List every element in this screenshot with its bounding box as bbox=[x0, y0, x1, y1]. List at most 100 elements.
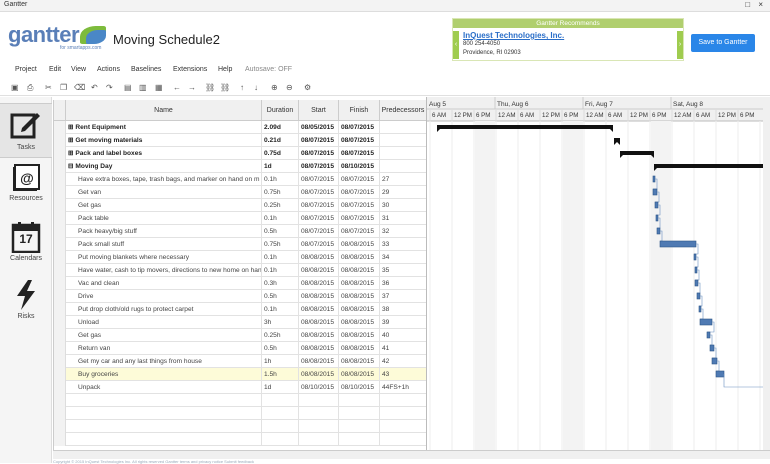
cell-start[interactable]: 08/07/2015 bbox=[299, 173, 339, 186]
copy-icon[interactable]: ❐ bbox=[60, 83, 67, 92]
row-handle[interactable] bbox=[54, 368, 66, 381]
row-handle[interactable] bbox=[54, 121, 66, 134]
cell-duration[interactable]: 0.75h bbox=[262, 238, 299, 251]
cell-name[interactable]: Put drop cloth/old rugs to protect carpe… bbox=[66, 303, 262, 316]
cell-pred[interactable] bbox=[380, 407, 427, 420]
cell-pred[interactable] bbox=[380, 394, 427, 407]
row-handle[interactable] bbox=[54, 355, 66, 368]
table-row[interactable] bbox=[54, 394, 427, 407]
cell-finish[interactable]: 08/07/2015 bbox=[339, 212, 380, 225]
column-header-name[interactable]: Name bbox=[66, 100, 262, 121]
table-row[interactable]: Drive 0.5h 08/08/2015 08/08/2015 37 bbox=[54, 290, 427, 303]
cell-pred[interactable]: 41 bbox=[380, 342, 427, 355]
menu-project[interactable]: Project bbox=[15, 66, 37, 73]
row-handle[interactable] bbox=[54, 251, 66, 264]
cell-pred[interactable]: 37 bbox=[380, 290, 427, 303]
settings-icon[interactable]: ⚙ bbox=[304, 83, 311, 92]
table-row[interactable] bbox=[54, 420, 427, 433]
cell-finish[interactable]: 08/07/2015 bbox=[339, 134, 380, 147]
cell-finish[interactable] bbox=[339, 394, 380, 407]
cell-start[interactable]: 08/08/2015 bbox=[299, 368, 339, 381]
row-handle[interactable] bbox=[54, 225, 66, 238]
cell-pred[interactable]: 39 bbox=[380, 316, 427, 329]
cell-finish[interactable]: 08/08/2015 bbox=[339, 316, 380, 329]
row-handle[interactable] bbox=[54, 303, 66, 316]
cell-name[interactable]: Buy groceries bbox=[66, 368, 262, 381]
cell-pred[interactable]: 30 bbox=[380, 199, 427, 212]
cell-finish[interactable]: 08/08/2015 bbox=[339, 303, 380, 316]
cell-pred[interactable]: 43 bbox=[380, 368, 427, 381]
ad-prev-button[interactable]: ‹ bbox=[453, 31, 459, 59]
cell-pred[interactable]: 38 bbox=[380, 303, 427, 316]
cell-finish[interactable]: 08/08/2015 bbox=[339, 368, 380, 381]
cell-pred[interactable]: 44FS+1h bbox=[380, 381, 427, 394]
table-row[interactable]: Pack heavy/big stuff 0.5h 08/07/2015 08/07/… bbox=[54, 225, 427, 238]
ad-next-button[interactable]: › bbox=[677, 31, 683, 59]
add-row-icon[interactable]: ▥ bbox=[139, 83, 147, 92]
cell-start[interactable]: 08/07/2015 bbox=[299, 134, 339, 147]
redo-icon[interactable]: ↷ bbox=[106, 83, 113, 92]
cell-duration[interactable]: 1h bbox=[262, 355, 299, 368]
column-header-duration[interactable]: Duration bbox=[262, 100, 299, 121]
cell-duration[interactable]: 0.5h bbox=[262, 342, 299, 355]
link-icon[interactable]: ⛓ bbox=[205, 83, 215, 92]
cell-name[interactable]: ⊞ Pack and label boxes bbox=[66, 147, 262, 160]
table-row[interactable]: Get my car and any last things from hous… bbox=[54, 355, 427, 368]
row-handle[interactable] bbox=[54, 160, 66, 173]
cell-finish[interactable]: 08/08/2015 bbox=[339, 355, 380, 368]
cell-duration[interactable]: 0.3h bbox=[262, 277, 299, 290]
indent-icon[interactable]: → bbox=[188, 83, 196, 92]
menu-actions[interactable]: Actions bbox=[97, 66, 120, 73]
cell-name[interactable]: Pack table bbox=[66, 212, 262, 225]
cell-duration[interactable]: 0.25h bbox=[262, 329, 299, 342]
cell-start[interactable]: 08/08/2015 bbox=[299, 277, 339, 290]
cell-name[interactable]: Have extra boxes, tape, trash bags, and … bbox=[66, 173, 262, 186]
unlink-icon[interactable]: ⛓ bbox=[220, 83, 230, 92]
table-row[interactable]: Put drop cloth/old rugs to protect carpe… bbox=[54, 303, 427, 316]
cell-name[interactable]: Have water, cash to tip movers, directio… bbox=[66, 264, 262, 277]
cell-duration[interactable]: 0.1h bbox=[262, 173, 299, 186]
table-row[interactable] bbox=[54, 433, 427, 446]
row-handle[interactable] bbox=[54, 329, 66, 342]
table-row[interactable]: Return van 0.5h 08/08/2015 08/08/2015 41 bbox=[54, 342, 427, 355]
table-row[interactable]: Get gas 0.25h 08/07/2015 08/07/2015 30 bbox=[54, 199, 427, 212]
cell-start[interactable]: 08/07/2015 bbox=[299, 225, 339, 238]
row-handle[interactable] bbox=[54, 290, 66, 303]
menu-extensions[interactable]: Extensions bbox=[173, 66, 207, 73]
cell-start[interactable]: 08/05/2015 bbox=[299, 121, 339, 134]
ad-company-link[interactable]: InQuest Technologies, Inc. bbox=[463, 31, 564, 40]
cell-pred[interactable]: 36 bbox=[380, 277, 427, 290]
cell-finish[interactable]: 08/08/2015 bbox=[339, 290, 380, 303]
table-row[interactable]: ⊞ Get moving materials 0.21d 08/07/2015 08/… bbox=[54, 134, 427, 147]
cell-duration[interactable]: 0.1h bbox=[262, 251, 299, 264]
cell-pred[interactable]: 32 bbox=[380, 225, 427, 238]
cell-duration[interactable]: 0.1h bbox=[262, 212, 299, 225]
cell-duration[interactable]: 0.5h bbox=[262, 290, 299, 303]
cell-start[interactable]: 08/08/2015 bbox=[299, 342, 339, 355]
cell-name[interactable] bbox=[66, 407, 262, 420]
cell-start[interactable]: 08/08/2015 bbox=[299, 264, 339, 277]
cell-pred[interactable]: 34 bbox=[380, 251, 427, 264]
cell-name[interactable]: Get gas bbox=[66, 199, 262, 212]
cell-name[interactable] bbox=[66, 433, 262, 446]
cell-name[interactable]: Pack heavy/big stuff bbox=[66, 225, 262, 238]
row-handle[interactable] bbox=[54, 316, 66, 329]
cell-duration[interactable]: 0.75h bbox=[262, 186, 299, 199]
grid-horizontal-scrollbar[interactable] bbox=[53, 450, 426, 459]
cell-duration[interactable] bbox=[262, 394, 299, 407]
cell-start[interactable]: 08/07/2015 bbox=[299, 238, 339, 251]
cell-name[interactable]: ⊟ Moving Day bbox=[66, 160, 262, 173]
cell-pred[interactable] bbox=[380, 121, 427, 134]
delete-row-icon[interactable]: ▦ bbox=[155, 83, 163, 92]
column-header-finish[interactable]: Finish bbox=[339, 100, 380, 121]
cell-start[interactable] bbox=[299, 407, 339, 420]
column-header-predecessors[interactable]: Predecessors bbox=[380, 100, 427, 121]
table-row[interactable]: Have extra boxes, tape, trash bags, and … bbox=[54, 173, 427, 186]
cell-finish[interactable]: 08/08/2015 bbox=[339, 238, 380, 251]
cell-finish[interactable]: 08/07/2015 bbox=[339, 199, 380, 212]
cell-pred[interactable]: 29 bbox=[380, 186, 427, 199]
cell-finish[interactable]: 08/08/2015 bbox=[339, 277, 380, 290]
cell-name[interactable]: Get gas bbox=[66, 329, 262, 342]
cell-finish[interactable] bbox=[339, 433, 380, 446]
cell-pred[interactable]: 35 bbox=[380, 264, 427, 277]
